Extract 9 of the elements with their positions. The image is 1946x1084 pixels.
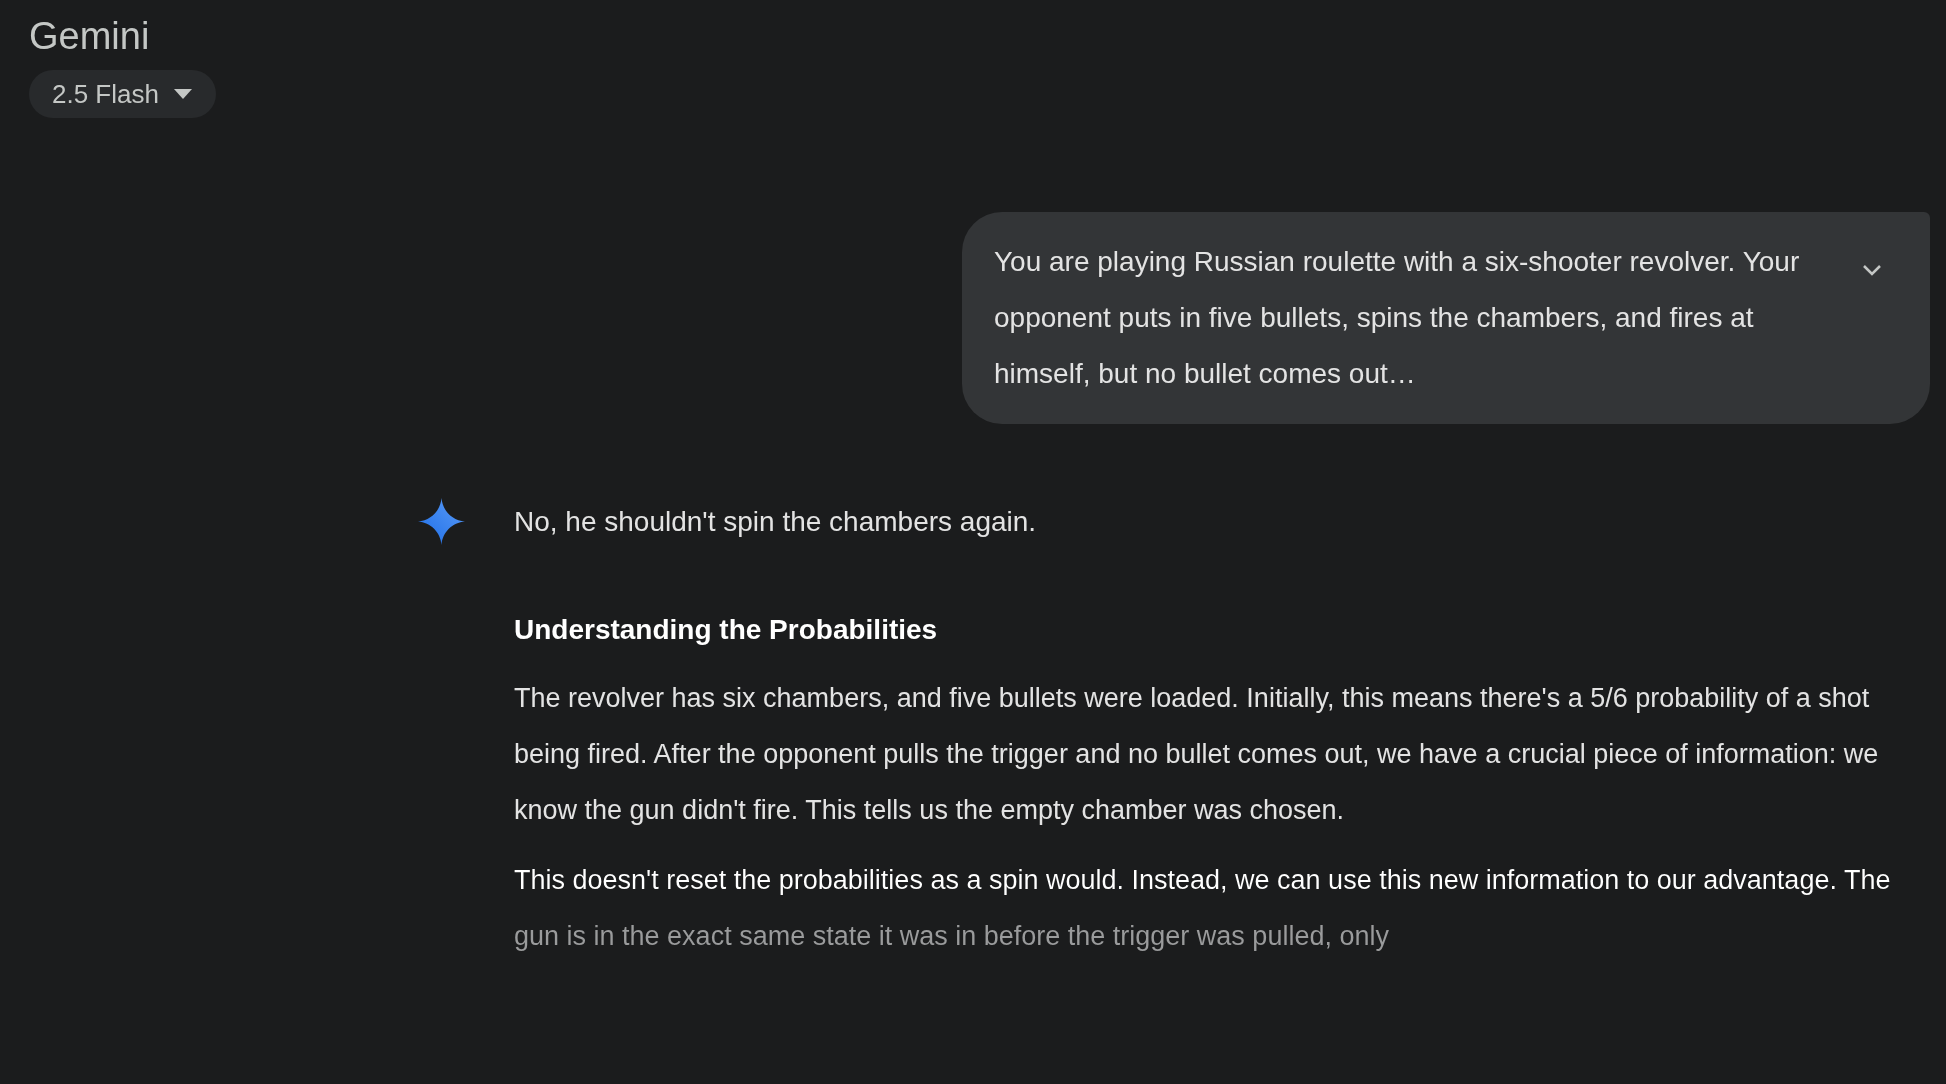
chevron-down-icon [1862, 264, 1882, 276]
response-paragraph: The revolver has six chambers, and five bullets were loaded. Initially, this means there's a 5/6 probability of a shot being fired. After the opponent pulls the trigger and no bullet comes out, we have a crucial piece of information: we know the gun didn't fire. This tells us the empty chamber was chosen. [514, 682, 1880, 827]
model-selector[interactable]: 2.5 Flash [29, 70, 216, 118]
user-message: You are playing Russian roulette with a six-shooter revolver. Your opponent puts in five bullets, spins the chambers, and fires at himself, but no bullet comes out… [994, 245, 1801, 391]
app-title: Gemini [29, 14, 150, 59]
dropdown-icon [172, 88, 193, 100]
sparkle-icon [418, 498, 465, 545]
response-intro: No, he shouldn't spin the chambers again. [514, 505, 1038, 539]
section-heading: Understanding the Probabilities [514, 613, 939, 647]
